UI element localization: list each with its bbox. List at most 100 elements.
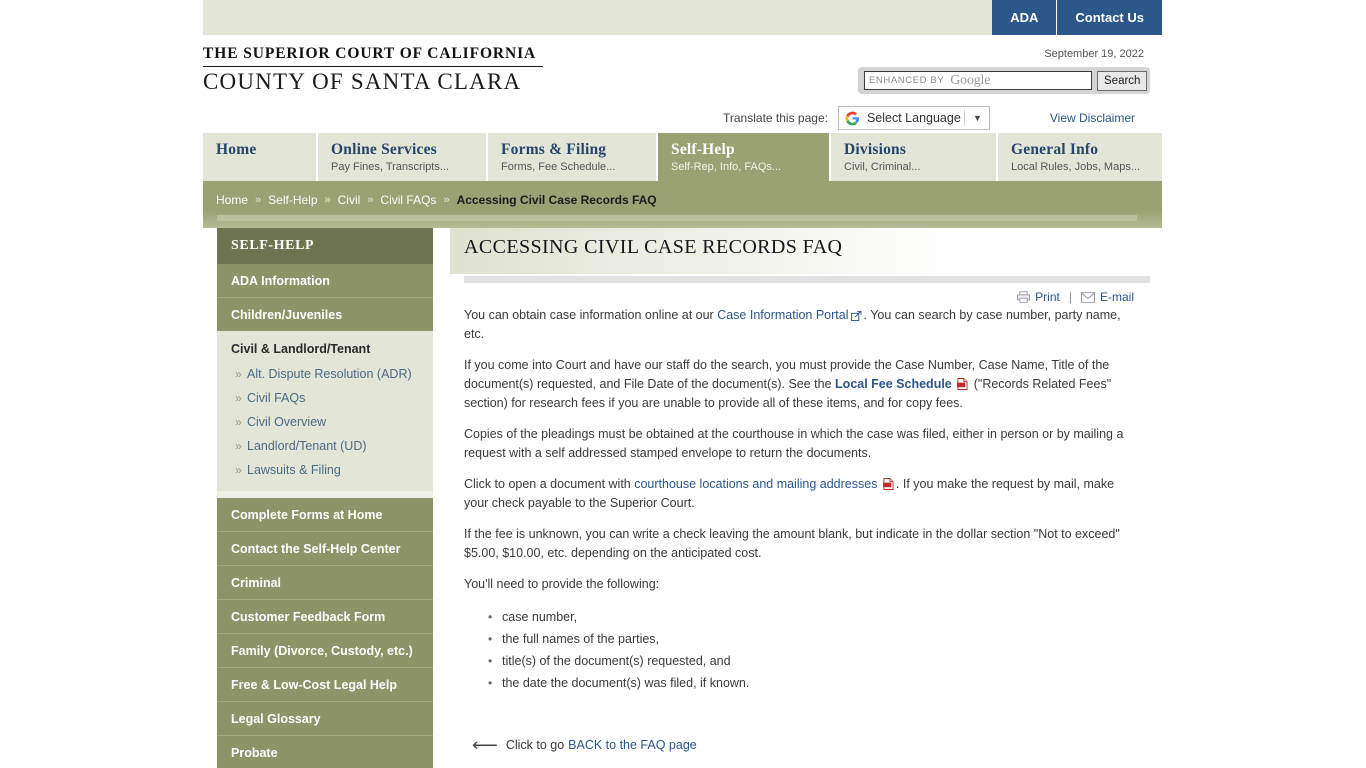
chevron-down-icon: ▼ [973, 113, 982, 123]
translate-label: Translate this page: [723, 111, 828, 125]
nav-item-subtitle: Self-Rep, Info, FAQs... [671, 161, 782, 173]
paragraph-unknown-fee: If the fee is unknown, you can write a c… [464, 527, 1120, 560]
back-to-faq-link[interactable]: BACK to the FAQ page [568, 738, 697, 752]
breadcrumb-item-home[interactable]: Home [216, 193, 248, 207]
breadcrumb-item-self-help[interactable]: Self-Help [268, 193, 317, 207]
sidebar-sublink-alt-dispute-resolution-adr[interactable]: Alt. Dispute Resolution (ADR) [217, 362, 433, 386]
paragraph-case-info: You can obtain case information online a… [464, 306, 1136, 344]
sidebar-item-customer-feedback-form[interactable]: Customer Feedback Form [217, 600, 433, 634]
sidebar-item-contact-the-self-help-center[interactable]: Contact the Self-Help Center [217, 532, 433, 566]
content-body: Print | E-mail You can obtain case infor… [450, 290, 1150, 755]
paragraph-courthouse-doc: Click to open a document with courthouse… [464, 475, 1136, 513]
page-title: ACCESSING CIVIL CASE RECORDS FAQ [464, 236, 843, 258]
page-tools: Print | E-mail [464, 290, 1136, 304]
breadcrumb: Home » Self-Help » Civil » Civil FAQs » Accessin… [216, 193, 657, 207]
sidebar-section-title-civil: Civil & Landlord/Tenant [231, 342, 371, 356]
sidebar-item-legal-glossary[interactable]: Legal Glossary [217, 702, 433, 736]
nav-item-subtitle: Forms, Fee Schedule... [501, 161, 616, 173]
requirements-list: case number,the full names of the partie… [464, 606, 1136, 694]
tools-divider: | [1068, 290, 1072, 304]
search-button[interactable]: Search [1097, 70, 1148, 91]
sidebar-group-bottom: Complete Forms at Home Contact the Self-H… [217, 498, 433, 768]
local-fee-schedule-link[interactable]: Local Fee Schedule [835, 377, 952, 391]
nav-item-forms-filing[interactable]: Forms & Filing Forms, Fee Schedule... [488, 133, 658, 181]
paragraph-copies-pleadings: Copies of the pleadings must be obtained… [464, 427, 1124, 460]
main-content: ACCESSING CIVIL CASE RECORDS FAQ Print | [450, 228, 1150, 755]
sidebar-item-family-divorce-custody-etc[interactable]: Family (Divorce, Custody, etc.) [217, 634, 433, 668]
nav-item-online-services[interactable]: Online Services Pay Fines, Transcripts... [318, 133, 488, 181]
breadcrumb-separator: » [443, 194, 450, 206]
nav-item-title: Online Services [331, 141, 437, 158]
breadcrumb-underbar [217, 215, 1137, 221]
sidebar-sublink-lawsuits-filing[interactable]: Lawsuits & Filing [217, 458, 433, 482]
sidebar-item-children-juveniles[interactable]: Children/Juveniles [217, 298, 433, 331]
case-information-portal-link[interactable]: Case Information Portal [717, 308, 848, 322]
envelope-icon [1080, 291, 1095, 303]
sidebar-sublink-landlord-tenant-ud[interactable]: Landlord/Tenant (UD) [217, 434, 433, 458]
sidebar-item-complete-forms-at-home[interactable]: Complete Forms at Home [217, 498, 433, 532]
google-g-icon [845, 111, 860, 126]
nav-item-subtitle: Local Rules, Jobs, Maps... [1011, 161, 1141, 173]
back-prefix-text: Click to go [505, 738, 565, 752]
sidebar-sublinks: Alt. Dispute Resolution (ADR)Civil FAQsC… [217, 362, 433, 482]
nav-item-title: Forms & Filing [501, 141, 607, 158]
title-divider [464, 276, 1150, 283]
nav-item-home[interactable]: Home [203, 133, 318, 181]
arrow-left-icon: ⟵ [472, 735, 498, 755]
list-item: the full names of the parties, [488, 628, 1136, 650]
breadcrumb-band: Home » Self-Help » Civil » Civil FAQs » Accessin… [203, 181, 1162, 228]
top-utility-bar: ADA Contact Us [203, 0, 1162, 35]
google-search-widget: ENHANCED BY Google Search [858, 67, 1150, 94]
courthouse-locations-link[interactable]: courthouse locations and mailing address… [634, 477, 877, 491]
sidebar-item-probate[interactable]: Probate [217, 736, 433, 768]
language-select-value: Select Language [866, 111, 961, 125]
site-logo[interactable]: THE SUPERIOR COURT OF CALIFORNIA COUNTY … [203, 45, 543, 95]
masthead: THE SUPERIOR COURT OF CALIFORNIA COUNTY … [203, 35, 1162, 133]
nav-item-subtitle: Pay Fines, Transcripts... [331, 161, 449, 173]
list-item: case number, [488, 606, 1136, 628]
breadcrumb-item-civil-faqs[interactable]: Civil FAQs [380, 193, 436, 207]
sidebar-group-top: ADA Information Children/Juveniles [217, 264, 433, 331]
p1-text-a: You can obtain case information online a… [464, 308, 718, 322]
nav-item-subtitle: Civil, Criminal... [844, 161, 921, 173]
breadcrumb-item-accessing-civil-case-records-faq: Accessing Civil Case Records FAQ [456, 193, 657, 207]
sidebar-sublink-civil-overview[interactable]: Civil Overview [217, 410, 433, 434]
external-link-icon [850, 311, 862, 321]
search-placeholder-google: Google [950, 72, 991, 88]
pdf-icon [957, 378, 968, 390]
sidebar-item-ada-information[interactable]: ADA Information [217, 264, 433, 298]
email-link[interactable]: E-mail [1100, 290, 1134, 304]
breadcrumb-separator: » [255, 194, 262, 206]
site-container: ADA Contact Us THE SUPERIOR COURT OF CAL… [203, 0, 1162, 768]
breadcrumb-separator: » [367, 194, 374, 206]
sidebar-item-free-low-cost-legal-help[interactable]: Free & Low-Cost Legal Help [217, 668, 433, 702]
translate-row: Translate this page: Select Language ▼ V… [723, 105, 1153, 131]
nav-item-title: Home [216, 141, 257, 158]
logo-line-county: COUNTY OF SANTA CLARA [203, 69, 522, 94]
ada-button[interactable]: ADA [992, 0, 1058, 35]
sidebar-heading: SELF-HELP [217, 228, 433, 264]
nav-item-self-help[interactable]: Self-Help Self-Rep, Info, FAQs... [658, 133, 831, 181]
nav-item-divisions[interactable]: Divisions Civil, Criminal... [831, 133, 998, 181]
top-utility-buttons: ADA Contact Us [992, 0, 1162, 35]
sidebar-open-section: Civil & Landlord/Tenant Alt. Dispute Res… [217, 331, 433, 491]
sidebar-sublink-civil-faqs[interactable]: Civil FAQs [217, 386, 433, 410]
search-placeholder-enhanced: ENHANCED BY [869, 75, 945, 86]
sidebar: SELF-HELP ADA Information Children/Juveni… [217, 228, 433, 768]
sidebar-item-criminal[interactable]: Criminal [217, 566, 433, 600]
search-input[interactable]: ENHANCED BY Google [864, 71, 1092, 90]
page-root: ADA Contact Us THE SUPERIOR COURT OF CAL… [0, 0, 1366, 768]
language-select[interactable]: Select Language ▼ [837, 106, 990, 130]
language-select-divider [963, 110, 965, 126]
view-disclaimer-link[interactable]: View Disclaimer [1050, 111, 1135, 125]
print-link[interactable]: Print [1035, 290, 1060, 304]
nav-item-title: Divisions [844, 141, 907, 158]
sidebar-divider [217, 491, 433, 498]
current-date: September 19, 2022 [1044, 48, 1144, 60]
contact-us-button[interactable]: Contact Us [1057, 0, 1162, 35]
nav-item-general-info[interactable]: General Info Local Rules, Jobs, Maps... [998, 133, 1162, 181]
back-to-faq-row[interactable]: ⟵ Click to go BACK to the FAQ page [464, 735, 1136, 755]
logo-line-superior-court: THE SUPERIOR COURT OF CALIFORNIA [203, 45, 543, 67]
breadcrumb-item-civil[interactable]: Civil [338, 193, 361, 207]
paragraph-staff-search: If you come into Court and have our staf… [464, 356, 1136, 413]
